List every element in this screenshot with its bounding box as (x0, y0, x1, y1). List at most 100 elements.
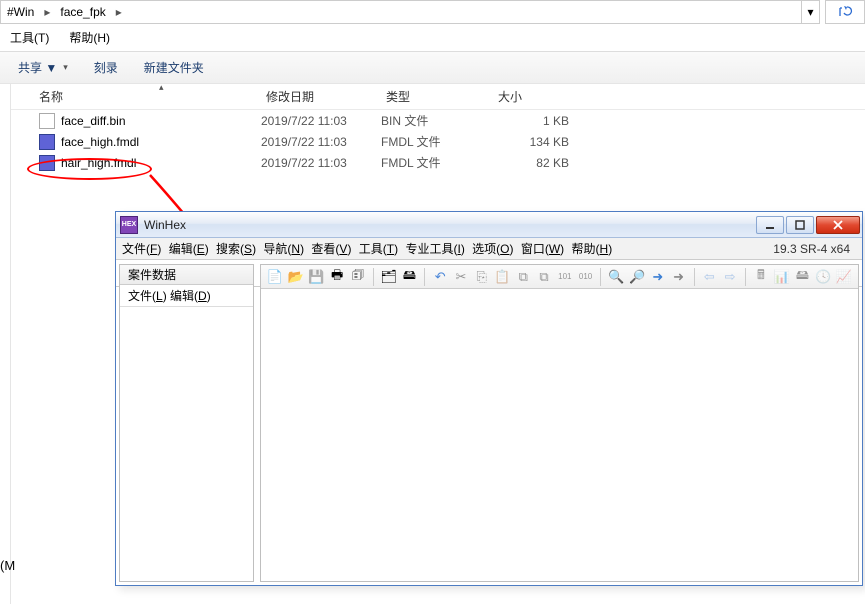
table-row[interactable]: face_diff.bin2019/7/22 11:03BIN 文件1 KB (11, 110, 865, 131)
copy-icon[interactable]: ⎘ (472, 268, 492, 286)
breadcrumb-arrow-icon[interactable]: ▸ (112, 5, 126, 19)
table-row[interactable]: hair_high.fmdl2019/7/22 11:03FMDL 文件82 K… (11, 152, 865, 173)
menu-help[interactable]: 帮助(H) (69, 29, 110, 46)
file-name: hair_high.fmdl (61, 156, 261, 170)
separator (694, 268, 695, 286)
calc-icon[interactable]: 🖩 (751, 268, 771, 286)
fmdl-file-icon (39, 155, 55, 171)
properties-icon[interactable]: 🗊 (348, 268, 368, 286)
menu-tools[interactable]: 工具(T) (10, 29, 49, 46)
fmdl-file-icon (39, 134, 55, 150)
clock-icon[interactable]: 🕓 (813, 268, 833, 286)
chart-icon[interactable]: 📈 (834, 268, 854, 286)
col-header-type[interactable]: 类型 (386, 88, 498, 105)
folder-browse-icon[interactable]: 🗂 (379, 268, 399, 286)
minimize-button[interactable] (756, 216, 784, 234)
menu-item[interactable]: 编辑(E) (169, 242, 209, 256)
winhex-main: 📄 📂 💾 🖶 🗊 🗂 🖴 ↶ ✂ ⎘ 📋 ⧉ ⧉ 101 010 🔍 🔎 ➜ … (260, 264, 859, 582)
window-controls (754, 216, 860, 234)
hex-101-icon[interactable]: 101 (555, 268, 575, 286)
save-icon[interactable]: 💾 (307, 268, 327, 286)
undo-icon[interactable]: ↶ (430, 268, 450, 286)
winhex-window: HEX WinHex 文件(F) 编辑(E) 搜索(S) 导航(N) 查看(V)… (115, 211, 863, 586)
menu-item[interactable]: 搜索(S) (216, 242, 256, 256)
share-button[interactable]: 共享 ▼ (18, 59, 68, 76)
sidebar-title: 案件数据 (120, 265, 253, 285)
separator (424, 268, 425, 286)
file-type: BIN 文件 (381, 112, 493, 129)
menu-item[interactable]: 查看(V) (311, 242, 351, 256)
separator (745, 268, 746, 286)
goto-alt-icon[interactable]: ➜ (669, 268, 689, 286)
breadcrumb-bar[interactable]: #Win ▸ face_fpk ▸ ▾ (0, 0, 820, 24)
back-icon[interactable]: ⇦ (699, 268, 719, 286)
find-hex-icon[interactable]: 🔎 (627, 268, 647, 286)
sort-ascending-icon: ▴ (159, 82, 164, 93)
refresh-icon (836, 5, 854, 19)
file-name: face_diff.bin (61, 114, 261, 128)
explorer-toolbar: 共享 ▼ 刻录 新建文件夹 (0, 52, 865, 84)
file-date: 2019/7/22 11:03 (261, 135, 381, 149)
new-folder-button[interactable]: 新建文件夹 (144, 59, 204, 76)
breadcrumb-dropdown-icon[interactable]: ▾ (801, 1, 819, 23)
winhex-titlebar[interactable]: HEX WinHex (116, 212, 862, 238)
menu-item[interactable]: 选项(O) (472, 242, 513, 256)
menu-item[interactable]: 工具(T) (359, 242, 398, 256)
menu-item[interactable]: 帮助(H) (572, 242, 613, 256)
refresh-button[interactable] (825, 0, 865, 24)
maximize-icon (795, 220, 805, 230)
cut-icon[interactable]: ✂ (451, 268, 471, 286)
breadcrumb-arrow-icon[interactable]: ▸ (40, 5, 54, 19)
col-header-size[interactable]: 大小 (498, 88, 574, 105)
table-row[interactable]: face_high.fmdl2019/7/22 11:03FMDL 文件134 … (11, 131, 865, 152)
file-size: 134 KB (493, 135, 569, 149)
bin-file-icon (39, 113, 55, 129)
winhex-menubar: 文件(F) 编辑(E) 搜索(S) 导航(N) 查看(V) 工具(T) 专业工具… (116, 238, 862, 260)
forward-icon[interactable]: ⇨ (720, 268, 740, 286)
col-header-date[interactable]: 修改日期 (266, 88, 386, 105)
sidebar-menu: 文件(L) 编辑(D) (120, 285, 253, 307)
goto-icon[interactable]: ➜ (648, 268, 668, 286)
file-size: 1 KB (493, 114, 569, 128)
column-headers: ▴ 名称 修改日期 类型 大小 (11, 84, 865, 110)
copy-block-icon[interactable]: ⧉ (513, 268, 533, 286)
menu-item[interactable]: 专业工具(I) (405, 242, 464, 256)
find-icon[interactable]: 🔍 (606, 268, 626, 286)
menu-item[interactable]: 文件(L) (128, 289, 167, 303)
file-type: FMDL 文件 (381, 133, 493, 150)
close-icon (832, 220, 844, 230)
winhex-logo-icon: HEX (120, 216, 138, 234)
separator (373, 268, 374, 286)
menu-item[interactable]: 窗口(W) (521, 242, 564, 256)
winhex-title: WinHex (144, 218, 186, 232)
menu-item[interactable]: 编辑(D) (170, 289, 211, 303)
file-type: FMDL 文件 (381, 154, 493, 171)
analyze-icon[interactable]: 📊 (772, 268, 792, 286)
open-icon[interactable]: 📂 (286, 268, 306, 286)
winhex-main-toolbar: 📄 📂 💾 🖶 🗊 🗂 🖴 ↶ ✂ ⎘ 📋 ⧉ ⧉ 101 010 🔍 🔎 ➜ … (261, 265, 858, 289)
paste-icon[interactable]: 📋 (493, 268, 513, 286)
explorer-menu: 工具(T) 帮助(H) (0, 24, 865, 52)
file-date: 2019/7/22 11:03 (261, 156, 381, 170)
winhex-sidebar: 案件数据 文件(L) 编辑(D) (119, 264, 254, 582)
file-size: 82 KB (493, 156, 569, 170)
separator (600, 268, 601, 286)
close-button[interactable] (816, 216, 860, 234)
menu-item[interactable]: 导航(N) (263, 242, 304, 256)
left-margin (0, 84, 11, 604)
file-name: face_high.fmdl (61, 135, 261, 149)
disk-icon[interactable]: 🖴 (400, 268, 420, 286)
file-date: 2019/7/22 11:03 (261, 114, 381, 128)
maximize-button[interactable] (786, 216, 814, 234)
disk-snap-icon[interactable]: 🖴 (793, 268, 813, 286)
col-header-name[interactable]: 名称 (11, 88, 266, 105)
breadcrumb-item[interactable]: #Win (1, 1, 40, 23)
print-icon[interactable]: 🖶 (327, 268, 347, 286)
menu-item[interactable]: 文件(F) (122, 242, 161, 256)
breadcrumb-item[interactable]: face_fpk (54, 1, 111, 23)
burn-button[interactable]: 刻录 (94, 59, 118, 76)
minimize-icon (765, 220, 775, 230)
new-icon[interactable]: 📄 (265, 268, 285, 286)
hex-010-icon[interactable]: 010 (576, 268, 596, 286)
paste-block-icon[interactable]: ⧉ (534, 268, 554, 286)
